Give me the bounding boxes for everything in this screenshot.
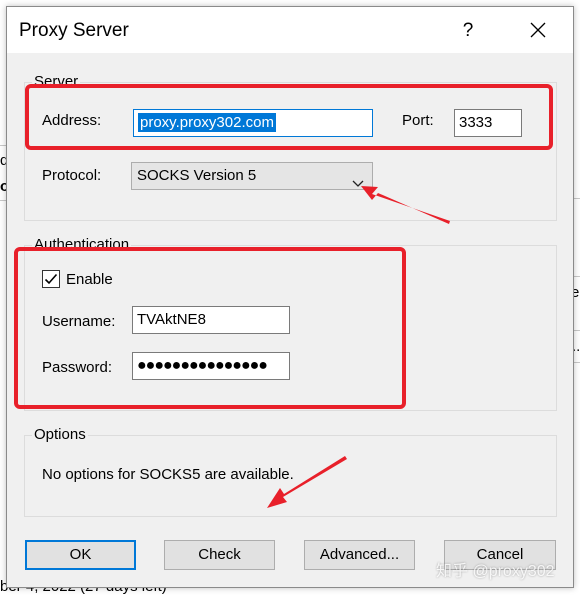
close-button[interactable] [519,17,557,45]
checkmark-icon [44,273,58,285]
protocol-label: Protocol: [42,167,102,184]
enable-checkbox[interactable] [42,270,60,288]
bg-divider [574,330,580,331]
chevron-down-icon [352,171,364,197]
ok-button[interactable]: OK [25,540,136,570]
username-input[interactable]: TVAktNE8 [132,306,290,334]
options-legend: Options [32,426,88,443]
protocol-value: SOCKS Version 5 [137,167,257,184]
bg-divider [574,276,580,277]
server-legend: Server [32,73,81,90]
close-icon [530,22,546,38]
bg-divider [574,198,580,199]
watermark: 知乎 @proxy302 [436,563,555,580]
username-label: Username: [42,313,116,330]
address-label: Address: [42,112,102,129]
address-input[interactable]: proxy.proxy302.com [133,109,373,137]
help-button[interactable]: ? [451,17,485,45]
protocol-select[interactable]: SOCKS Version 5 [131,162,373,190]
port-input[interactable]: 3333 [454,109,522,137]
authentication-legend: Authentication [32,236,132,253]
bg-divider [574,362,580,363]
title-bar: Proxy Server ? [7,7,573,53]
address-value: proxy.proxy302.com [138,113,276,132]
enable-label[interactable]: Enable [66,270,113,290]
check-button[interactable]: Check [164,540,275,570]
password-label: Password: [42,359,113,376]
password-input[interactable]: ●●●●●●●●●●●●●●● [132,352,290,380]
server-group: Server [24,74,557,221]
port-label: Port: [402,112,434,129]
advanced-button[interactable]: Advanced... [304,540,415,570]
options-message: No options for SOCKS5 are available. [42,466,294,483]
proxy-server-dialog: Proxy Server ? Server Address: proxy.pro… [6,6,574,588]
dialog-title: Proxy Server [19,20,129,41]
